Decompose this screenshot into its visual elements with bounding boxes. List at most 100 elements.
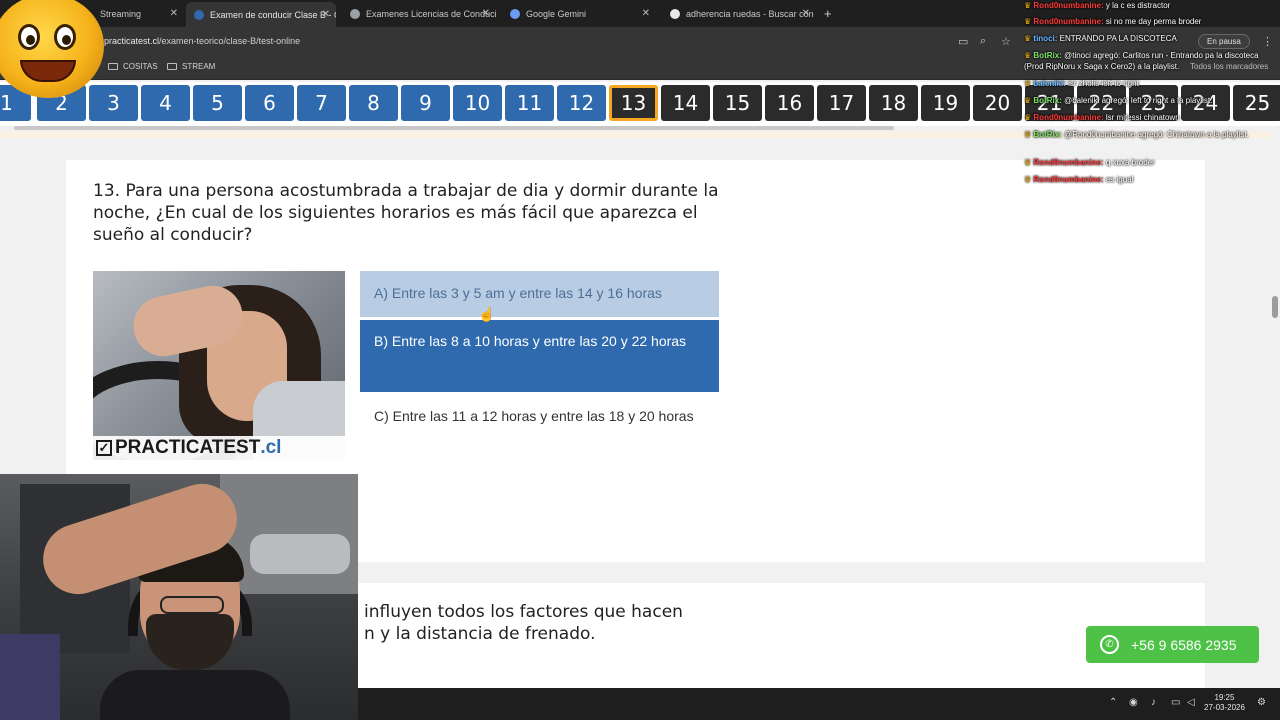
crown-icon: ♛	[1024, 113, 1034, 122]
logo-domain: .cl	[260, 437, 282, 458]
question-number-button[interactable]: 8	[349, 85, 398, 121]
question-image: ✓ PRACTICATEST .cl	[93, 271, 345, 460]
question-number-button[interactable]: 13	[609, 85, 658, 121]
answer-option-a[interactable]: A) Entre las 3 y 5 am y entre las 14 y 1…	[360, 271, 719, 317]
question-number-button[interactable]: 18	[869, 85, 918, 121]
chat-text: @Rond0numbanine agregó: Chinatown a la p…	[1064, 130, 1249, 139]
chat-message: ♛ BotRix: @baleniki agregó: left to righ…	[1024, 95, 1264, 106]
chat-username: Rond0numbanine:	[1033, 1, 1104, 10]
clock-time: 19:25	[1214, 693, 1235, 702]
close-icon[interactable]: ✕	[642, 8, 650, 19]
browser-tab[interactable]: adherencia ruedas - Buscar con ✕	[662, 4, 816, 23]
question-number-button[interactable]: 17	[817, 85, 866, 121]
question-number-button[interactable]: 7	[297, 85, 346, 121]
horizontal-scrollbar[interactable]	[14, 126, 894, 130]
question-number-button[interactable]: 6	[245, 85, 294, 121]
crown-icon: ♛	[1024, 17, 1034, 26]
chat-text: si no me day perma broder	[1105, 17, 1202, 26]
question-number-button[interactable]: 11	[505, 85, 554, 121]
question-number-button[interactable]: 15	[713, 85, 762, 121]
question-number-button[interactable]: 12	[557, 85, 606, 121]
install-app-icon[interactable]: ▭	[958, 35, 968, 48]
microphone-icon[interactable]: ♪	[1151, 697, 1156, 708]
chat-username: tinoci:	[1033, 34, 1058, 43]
crown-icon: ♛	[1024, 96, 1034, 105]
close-icon[interactable]: ✕	[322, 9, 330, 20]
question-number-button[interactable]: 9	[401, 85, 450, 121]
chat-message: ♛ Rond0numbanine: lsr mitessi chinatown	[1024, 112, 1264, 123]
zoom-icon[interactable]: ⌕	[980, 35, 986, 48]
chat-username: Rond0numbanine:	[1033, 17, 1104, 26]
chat-text: es igual	[1105, 175, 1134, 184]
bookmark-folder-stream[interactable]: STREAM	[167, 62, 215, 71]
question-number-button[interactable]: 4	[141, 85, 190, 121]
tab-title: Streaming	[100, 8, 142, 19]
close-icon[interactable]: ✕	[170, 8, 178, 19]
close-icon[interactable]: ✕	[482, 8, 490, 19]
folder-icon	[167, 63, 177, 70]
question-number-button[interactable]: 16	[765, 85, 814, 121]
answer-option-c[interactable]: C) Entre las 11 a 12 horas y entre las 1…	[360, 395, 719, 467]
chat-message: ♛ Rond0numbanine: y la c es distractor	[1024, 0, 1264, 11]
question-number-button[interactable]: 3	[89, 85, 138, 121]
chat-message: ♛ Rond0numbanine: q xuxa broder	[1024, 157, 1264, 168]
chat-text: lsr mitessi chinatown	[1105, 113, 1180, 122]
logo-text: PRACTICATEST	[115, 437, 261, 458]
taskbar-clock[interactable]: 19:25 27-03-2026	[1204, 693, 1245, 713]
whatsapp-number: +56 9 6586 2935	[1131, 636, 1237, 653]
new-tab-button[interactable]: +	[824, 6, 832, 21]
bookmark-label: STREAM	[182, 62, 216, 71]
address-bar[interactable]: practicatest.cl/examen-teorico/clase-B/t…	[104, 36, 300, 46]
whatsapp-contact-button[interactable]: ✆ +56 9 6586 2935	[1086, 626, 1259, 663]
vertical-scrollbar-thumb[interactable]	[1272, 296, 1278, 318]
chat-message: ♛ BotRix: @tinoci agregó: Carlitos run -…	[1024, 50, 1264, 72]
question-text: 13. Para una persona acostumbrada a trab…	[93, 181, 719, 245]
browser-tab[interactable]: Streaming ✕	[92, 4, 184, 23]
browser-tab[interactable]: Google Gemini ✕	[502, 4, 656, 23]
bookmark-star-icon[interactable]: ☆	[1001, 35, 1011, 48]
question-number-button[interactable]: 14	[661, 85, 710, 121]
chat-username: Rond0numbanine:	[1033, 113, 1104, 122]
tray-expand-icon[interactable]: ⌃	[1109, 697, 1117, 708]
crown-icon: ♛	[1024, 1, 1034, 10]
clock-date: 27-03-2026	[1204, 703, 1245, 712]
emoji-mouth	[20, 60, 76, 82]
crown-icon: ♛	[1024, 158, 1034, 167]
url-path: /examen-teorico/clase-B/test-online	[159, 36, 301, 46]
hand-cursor-icon: ☝	[478, 306, 496, 322]
question-number-button[interactable]: 19	[921, 85, 970, 121]
settings-icon[interactable]: ⚙	[1257, 697, 1266, 708]
browser-tab[interactable]: Examenes Licencias de Conducir ✕	[342, 4, 496, 23]
vertical-scrollbar[interactable]	[1271, 128, 1280, 688]
chat-username: BotRix:	[1033, 96, 1062, 105]
chat-text: q xuxa broder	[1105, 158, 1155, 167]
crown-icon: ♛	[1024, 130, 1034, 139]
crown-icon: ♛	[1024, 175, 1034, 184]
practicatest-logo: ✓ PRACTICATEST .cl	[93, 436, 345, 460]
whatsapp-icon: ✆	[1100, 635, 1119, 654]
chat-username: Rond0numbanine:	[1033, 175, 1104, 184]
crown-icon: ♛	[1024, 34, 1034, 43]
chat-message: ♛ baleniki: lsr zholis left to right	[1024, 78, 1264, 89]
chat-text: lsr zholis left to right	[1068, 79, 1139, 88]
network-icon[interactable]: ▭	[1171, 697, 1180, 708]
url-host: practicatest.cl	[104, 36, 160, 46]
next-question-line: n y la distancia de frenado.	[364, 624, 596, 644]
chat-username: BotRix:	[1033, 51, 1062, 60]
chat-username: Rond0numbanine:	[1033, 158, 1104, 167]
answer-option-b[interactable]: B) Entre las 8 a 10 horas y entre las 20…	[360, 320, 719, 392]
browser-tab[interactable]: Examen de conducir Clase B - O ✕	[186, 2, 336, 27]
question-number-button[interactable]: 5	[193, 85, 242, 121]
close-icon[interactable]: ✕	[802, 8, 810, 19]
bookmark-label: COSITAS	[123, 62, 158, 71]
next-question-line: influyen todos los factores que hacen	[364, 602, 683, 622]
webcam-overlay	[0, 474, 358, 720]
question-number-button[interactable]: 20	[973, 85, 1022, 121]
question-number-button[interactable]: 10	[453, 85, 502, 121]
volume-icon[interactable]: ◁	[1187, 697, 1195, 708]
tab-favicon-icon	[194, 9, 204, 20]
chat-text: y la c es distractor	[1105, 1, 1171, 10]
bookmark-folder-cositas[interactable]: COSITAS	[108, 62, 158, 71]
tab-favicon-icon	[510, 8, 520, 19]
discord-tray-icon[interactable]: ◉	[1129, 697, 1138, 708]
